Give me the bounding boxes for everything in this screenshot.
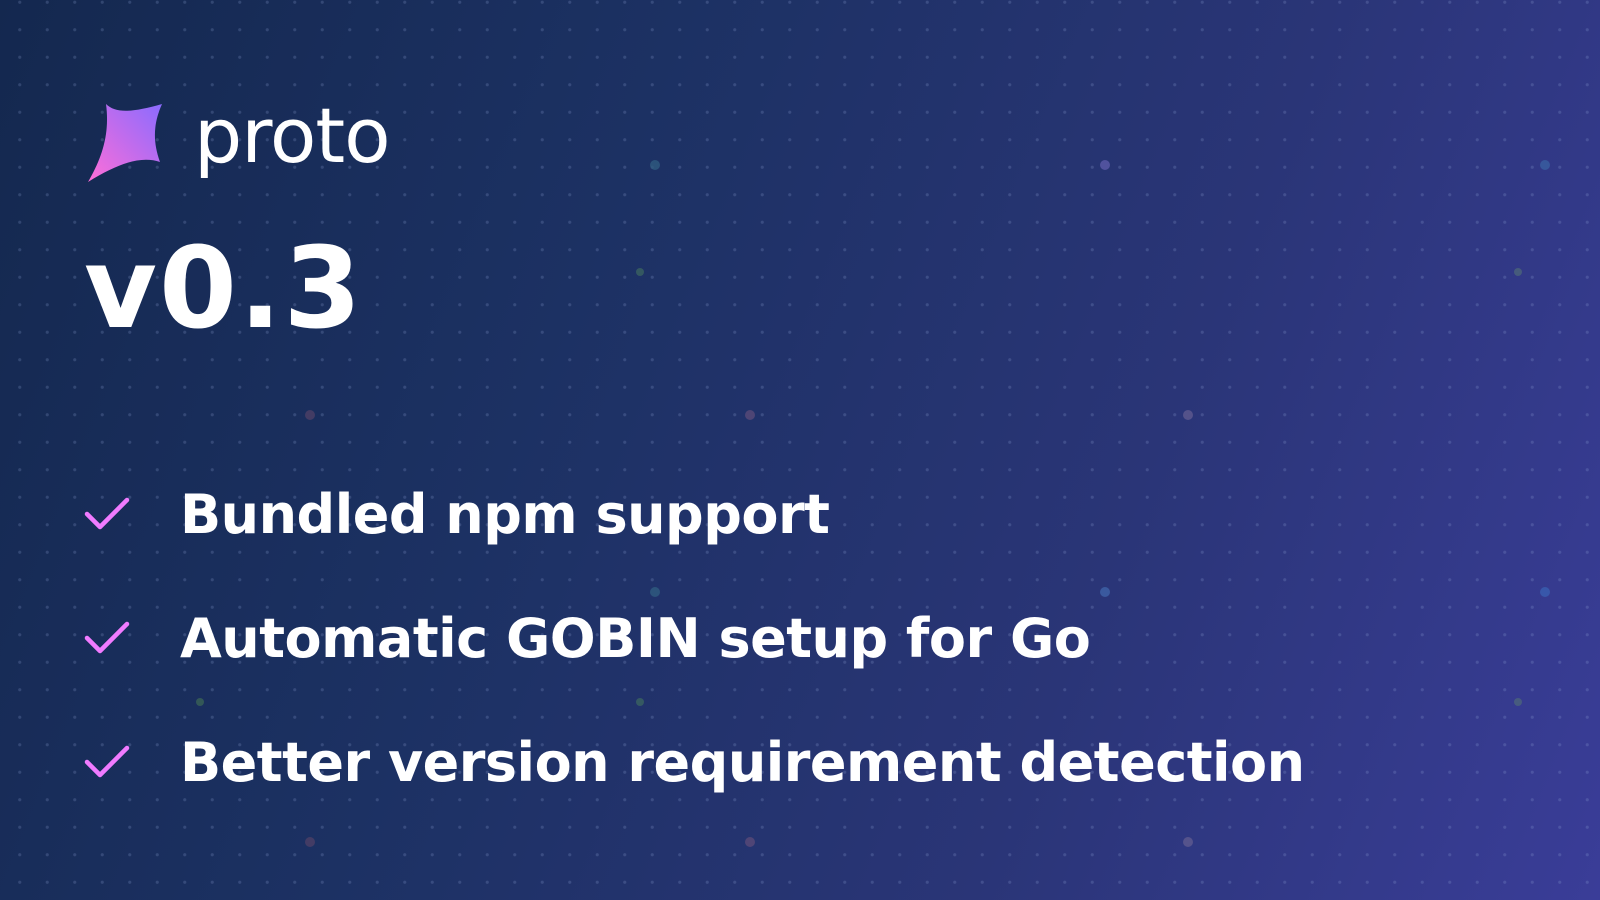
feature-label: Bundled npm support — [180, 482, 830, 546]
brand-logo: proto — [84, 91, 391, 186]
brand-name: proto — [194, 91, 391, 180]
list-item: Better version requirement detection — [84, 700, 1305, 824]
list-item: Automatic GOBIN setup for Go — [84, 576, 1305, 700]
feature-label: Better version requirement detection — [180, 730, 1305, 794]
release-banner: { "brand": { "name": "proto", "logo_icon… — [0, 0, 1600, 900]
feature-list: Bundled npm support Automatic GOBIN setu… — [84, 452, 1305, 824]
proto-star-logo-icon — [88, 104, 162, 182]
release-version: v0.3 — [84, 224, 364, 354]
list-item: Bundled npm support — [84, 452, 1305, 576]
check-icon — [84, 745, 130, 778]
check-icon — [84, 497, 130, 530]
check-icon — [84, 621, 130, 654]
feature-label: Automatic GOBIN setup for Go — [180, 606, 1091, 670]
